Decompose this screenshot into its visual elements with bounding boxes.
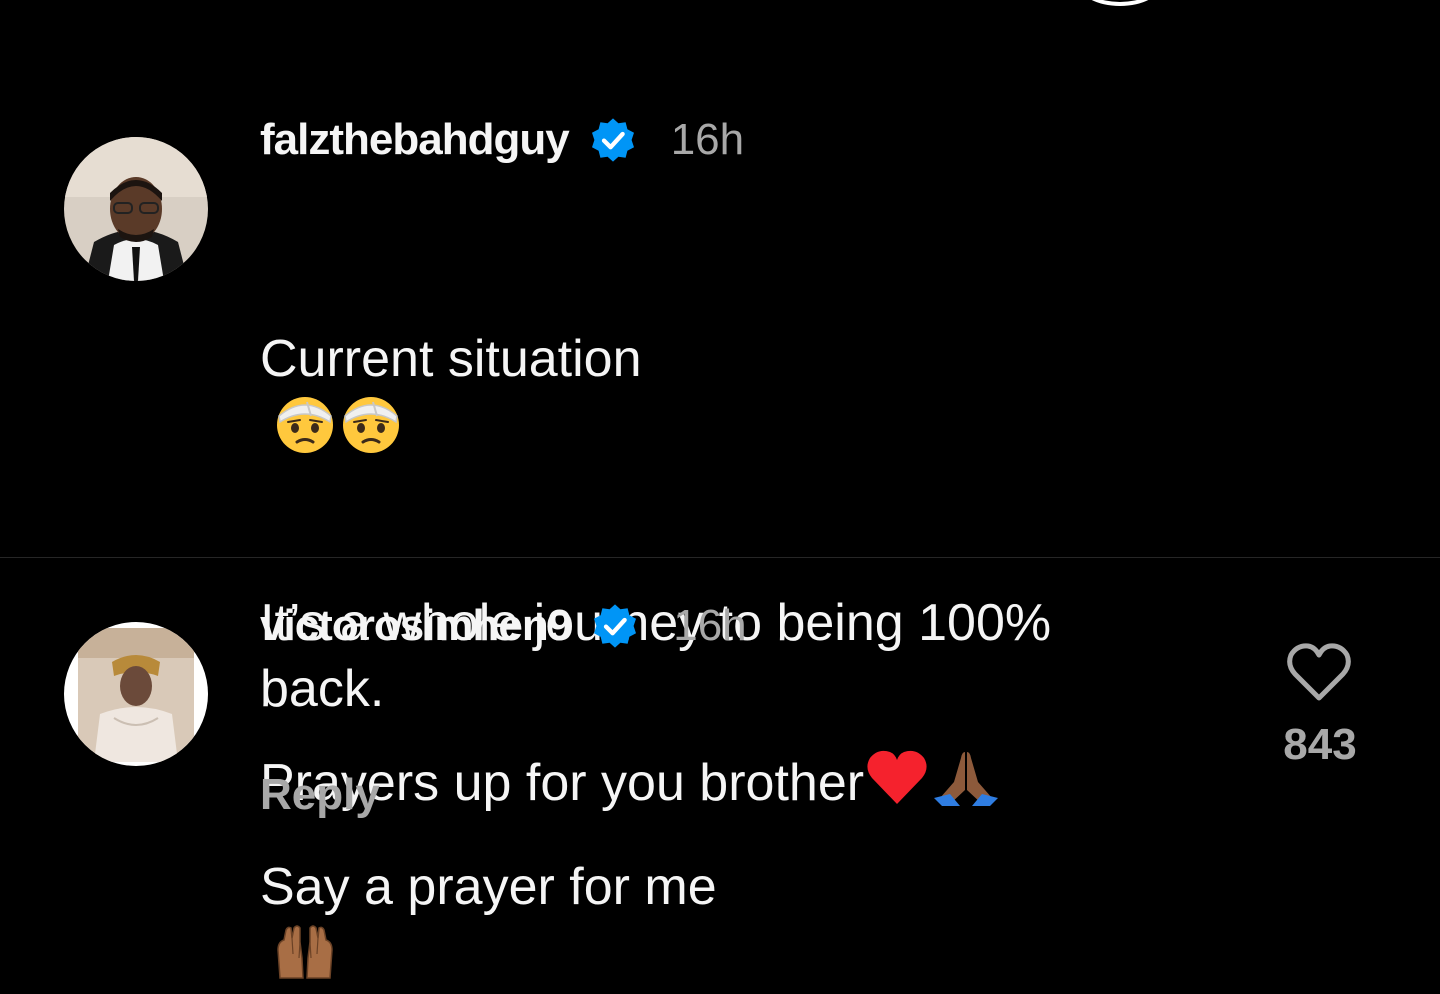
avatar[interactable] [64,137,208,281]
avatar-photo [64,137,208,281]
comment-text: Prayers up for you brother [260,682,1160,816]
comment-item: victorosimhen9 16h Prayers up for you br… [0,558,1440,905]
comment-line: Current situation [260,260,1160,453]
like-count: 843 [1283,720,1357,769]
comment-item: falzthebahdguy 16h Current situation It’… [0,0,1440,979]
comment-header: falzthebahdguy 16h [260,112,744,168]
face-with-head-bandage-icon [277,397,333,453]
avatar-photo [64,622,208,766]
comment-line-text: Current situation [260,330,642,388]
avatar[interactable] [64,622,208,766]
raising-hands-icon [277,925,333,979]
timestamp: 16h [670,115,745,164]
red-heart-icon [867,750,927,804]
face-with-head-bandage-icon [343,397,399,453]
folded-hands-icon [934,752,999,806]
timestamp: 16h [673,601,747,650]
username[interactable]: falzthebahdguy [260,115,570,165]
verified-badge-icon [591,118,634,162]
username[interactable]: victorosimhen9 [260,601,572,651]
heart-like-icon[interactable] [1286,642,1352,704]
verified-badge-icon [594,604,637,648]
comment-header: victorosimhen9 16h [260,598,747,654]
reply-button[interactable]: Reply [260,770,380,820]
